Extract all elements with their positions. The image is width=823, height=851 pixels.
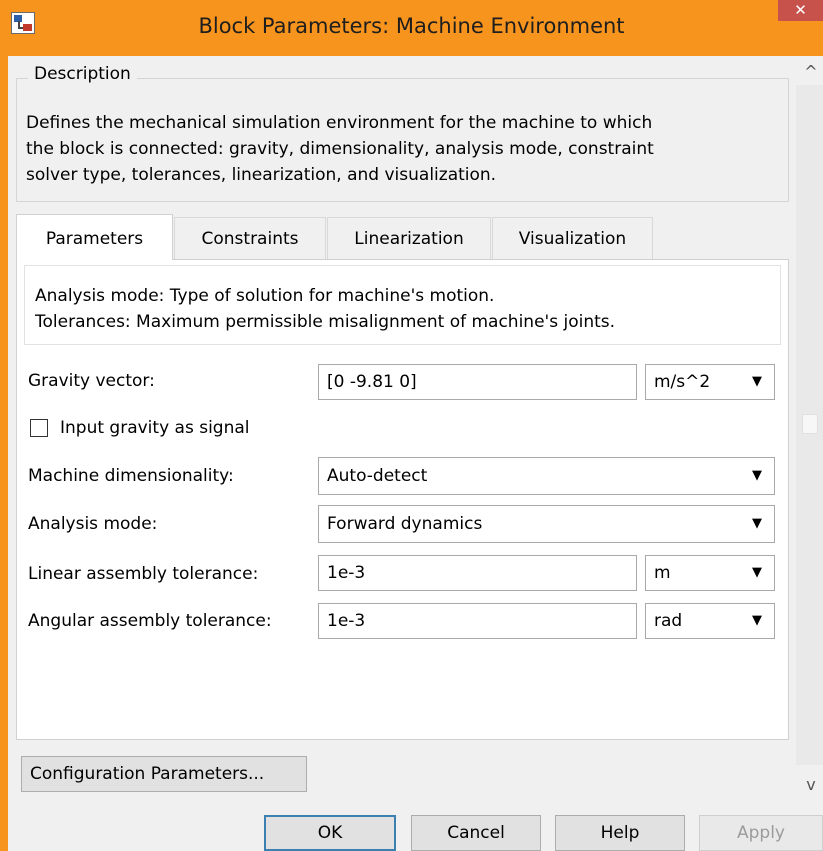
scroll-down-arrow-icon[interactable]: v bbox=[802, 775, 820, 794]
machine-dimensionality-value: Auto-detect bbox=[327, 466, 428, 486]
linear-tolerance-unit-value: m bbox=[654, 563, 671, 583]
chevron-down-icon: ▼ bbox=[752, 516, 762, 531]
analysis-mode-value: Forward dynamics bbox=[327, 514, 483, 534]
chevron-down-icon: ▼ bbox=[752, 374, 762, 389]
scroll-up-arrow-icon[interactable]: ^ bbox=[802, 62, 820, 81]
linear-tolerance-unit-dropdown[interactable]: m ▼ bbox=[645, 555, 775, 591]
tab-visualization[interactable]: Visualization bbox=[492, 217, 653, 259]
cancel-button[interactable]: Cancel bbox=[411, 815, 541, 851]
linear-tolerance-label: Linear assembly tolerance: bbox=[28, 564, 259, 584]
angular-tolerance-unit-dropdown[interactable]: rad ▼ bbox=[645, 603, 775, 639]
help-line: Analysis mode: Type of solution for mach… bbox=[35, 286, 495, 306]
help-line: Tolerances: Maximum permissible misalign… bbox=[35, 312, 616, 332]
machine-dimensionality-label: Machine dimensionality: bbox=[28, 466, 234, 486]
gravity-vector-input[interactable]: [0 -9.81 0] bbox=[318, 364, 637, 400]
angular-tolerance-label: Angular assembly tolerance: bbox=[28, 611, 272, 631]
help-text: Analysis mode: Type of solution for mach… bbox=[35, 283, 775, 335]
window-title: Block Parameters: Machine Environment bbox=[198, 14, 625, 38]
analysis-mode-label: Analysis mode: bbox=[28, 514, 158, 534]
description-line: solver type, tolerances, linearization, … bbox=[26, 165, 497, 185]
input-gravity-label: Input gravity as signal bbox=[60, 418, 250, 438]
configuration-parameters-button[interactable]: Configuration Parameters... bbox=[21, 756, 307, 792]
chevron-down-icon: ▼ bbox=[752, 468, 762, 483]
chevron-down-icon: ▼ bbox=[752, 565, 762, 580]
input-gravity-checkbox[interactable] bbox=[30, 419, 48, 437]
linear-tolerance-input[interactable]: 1e-3 bbox=[318, 555, 637, 591]
gravity-unit-value: m/s^2 bbox=[654, 372, 711, 392]
description-line: the block is connected: gravity, dimensi… bbox=[26, 139, 654, 159]
close-button[interactable]: ✕ bbox=[778, 0, 823, 21]
tab-parameters[interactable]: Parameters bbox=[16, 214, 173, 260]
apply-button[interactable]: Apply bbox=[699, 815, 823, 851]
analysis-mode-dropdown[interactable]: Forward dynamics ▼ bbox=[318, 505, 775, 543]
description-group-title: Description bbox=[28, 64, 137, 84]
scrollbar-thumb[interactable] bbox=[802, 414, 818, 434]
machine-dimensionality-dropdown[interactable]: Auto-detect ▼ bbox=[318, 457, 775, 495]
description-line: Defines the mechanical simulation enviro… bbox=[26, 113, 653, 133]
help-button[interactable]: Help bbox=[555, 815, 685, 851]
tab-linearization[interactable]: Linearization bbox=[327, 217, 491, 259]
angular-tolerance-unit-value: rad bbox=[654, 611, 683, 631]
chevron-down-icon: ▼ bbox=[752, 613, 762, 628]
tab-constraints[interactable]: Constraints bbox=[174, 217, 326, 259]
gravity-vector-label: Gravity vector: bbox=[28, 371, 155, 391]
ok-button[interactable]: OK bbox=[264, 815, 396, 851]
angular-tolerance-input[interactable]: 1e-3 bbox=[318, 603, 637, 639]
description-text: Defines the mechanical simulation enviro… bbox=[26, 110, 778, 188]
gravity-unit-dropdown[interactable]: m/s^2 ▼ bbox=[645, 364, 775, 400]
